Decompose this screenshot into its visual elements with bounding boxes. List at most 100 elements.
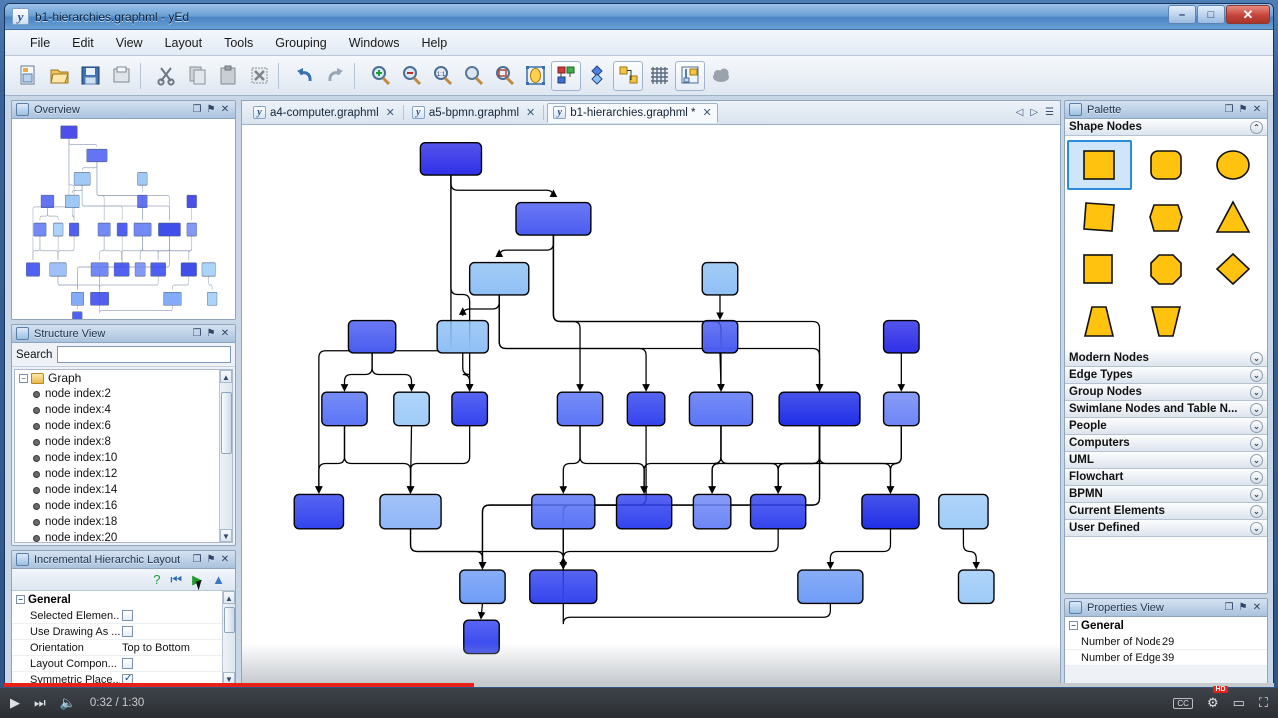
structure-close-icon[interactable]: ✕ xyxy=(219,328,231,340)
volume-button[interactable]: 🔈 xyxy=(60,695,76,711)
toolbar-save[interactable] xyxy=(75,61,105,91)
maximize-button[interactable]: □ xyxy=(1197,5,1225,24)
palette-section-flowchart[interactable]: Flowchart ⌄ xyxy=(1065,469,1267,486)
chevron-down-icon[interactable]: ⌄ xyxy=(1250,368,1263,382)
chevron-down-icon[interactable]: ⌄ xyxy=(1250,470,1263,484)
toolbar-zoom-out[interactable] xyxy=(396,61,426,91)
tree-expand-icon[interactable]: − xyxy=(19,373,28,383)
layout-pin-icon[interactable]: ⚑ xyxy=(205,554,217,566)
settings-gear-icon[interactable]: ⚙ HD xyxy=(1207,686,1228,711)
chevron-down-icon[interactable]: ⌄ xyxy=(1250,385,1263,399)
graph-node[interactable] xyxy=(957,569,995,605)
graph-node[interactable] xyxy=(882,319,920,354)
menu-view[interactable]: View xyxy=(105,33,154,53)
graph-edge[interactable] xyxy=(640,425,722,494)
chevron-down-icon[interactable]: ⌄ xyxy=(1250,402,1263,416)
graph-edge[interactable] xyxy=(458,294,500,316)
graph-edge[interactable] xyxy=(708,425,821,494)
palette-shape-trapezoid-inverted[interactable] xyxy=(1134,296,1199,346)
tree-node-item[interactable]: node index:14 xyxy=(15,482,232,498)
toolbar-copy[interactable] xyxy=(182,61,212,91)
chevron-down-icon[interactable]: ⌄ xyxy=(1250,521,1263,535)
tab-close-icon[interactable]: ✕ xyxy=(703,106,712,119)
next-video-button[interactable]: ⏭ xyxy=(34,695,46,711)
graph-edge[interactable] xyxy=(409,528,487,570)
tab-prev-icon[interactable]: ◁ xyxy=(1016,107,1024,118)
palette-shape-parallelogram[interactable] xyxy=(1067,192,1132,242)
graph-node[interactable] xyxy=(531,493,596,530)
graph-node[interactable] xyxy=(749,493,807,530)
properties-collapse-icon[interactable]: − xyxy=(1069,621,1078,630)
tree-node-item[interactable]: node index:16 xyxy=(15,498,232,514)
closed-captions-button[interactable]: CC xyxy=(1173,697,1193,709)
toolbar-zoom-one-to-one[interactable]: 1:1 xyxy=(427,61,457,91)
graph-node[interactable] xyxy=(626,391,666,427)
palette-section-group-nodes[interactable]: Group Nodes ⌄ xyxy=(1065,384,1267,401)
graph-node[interactable] xyxy=(419,141,483,176)
menu-layout[interactable]: Layout xyxy=(154,33,214,53)
graph-edge[interactable] xyxy=(774,425,902,494)
graph-edge[interactable] xyxy=(552,235,584,392)
palette-section-current-elements[interactable]: Current Elements ⌄ xyxy=(1065,503,1267,520)
graph-edge[interactable] xyxy=(559,556,832,625)
menu-help[interactable]: Help xyxy=(410,33,458,53)
menu-tools[interactable]: Tools xyxy=(213,33,264,53)
chevron-down-icon[interactable]: ⌄ xyxy=(1250,453,1263,467)
graph-edge[interactable] xyxy=(498,294,824,392)
tab-close-icon[interactable]: ✕ xyxy=(386,106,395,119)
shape-nodes-section-header[interactable]: Shape Nodes ⌃ xyxy=(1065,119,1267,136)
palette-shape-hexagon[interactable] xyxy=(1134,192,1199,242)
overview-restore-icon[interactable]: ❐ xyxy=(191,104,203,116)
graph-edge[interactable] xyxy=(343,425,415,494)
graph-node[interactable] xyxy=(692,493,732,530)
toolbar-cut-scissors[interactable] xyxy=(151,61,181,91)
graph-node[interactable] xyxy=(938,493,989,530)
properties-group-header[interactable]: − General xyxy=(1065,617,1267,634)
graph-edge[interactable] xyxy=(477,603,486,620)
tree-root-graph[interactable]: − Graph xyxy=(15,370,232,386)
palette-restore-icon[interactable]: ❐ xyxy=(1223,104,1235,116)
graph-node[interactable] xyxy=(347,319,397,354)
palette-close-icon[interactable]: ✕ xyxy=(1251,104,1263,116)
palette-section-edge-types[interactable]: Edge Types ⌄ xyxy=(1065,367,1267,384)
toolbar-zoom-in[interactable] xyxy=(365,61,395,91)
toolbar-redo[interactable] xyxy=(320,61,350,91)
graph-canvas[interactable] xyxy=(242,125,1060,685)
graph-edge[interactable] xyxy=(720,425,782,494)
toolbar-paste[interactable] xyxy=(213,61,243,91)
reset-icon[interactable]: ⏮ xyxy=(170,572,182,588)
scroll-up-button[interactable]: ▲ xyxy=(220,370,232,383)
chevron-down-icon[interactable]: ⌄ xyxy=(1250,436,1263,450)
toolbar-zoom-area[interactable] xyxy=(489,61,519,91)
graph-edge[interactable] xyxy=(774,425,821,494)
palette-shape-triangle[interactable] xyxy=(1200,192,1265,242)
tab-next-icon[interactable]: ▷ xyxy=(1030,107,1038,118)
play-button[interactable]: ▶ xyxy=(10,695,20,711)
overview-close-icon[interactable]: ✕ xyxy=(219,104,231,116)
toolbar-layout-hierarchic[interactable] xyxy=(551,60,581,91)
graph-edge[interactable] xyxy=(340,352,373,392)
graph-edge[interactable] xyxy=(450,175,558,198)
structure-tree[interactable]: − Graph node index:2 node index:4 node index… xyxy=(14,369,233,543)
palette-shape-trapezoid[interactable] xyxy=(1067,296,1132,346)
toolbar-print[interactable] xyxy=(106,61,136,91)
palette-section-bpmn[interactable]: BPMN ⌄ xyxy=(1065,486,1267,503)
tree-node-item[interactable]: node index:2 xyxy=(15,386,232,402)
structure-pin-icon[interactable]: ⚑ xyxy=(205,328,217,340)
graph-edge[interactable] xyxy=(826,528,892,570)
layout-close-icon[interactable]: ✕ xyxy=(219,554,231,566)
palette-pin-icon[interactable]: ⚑ xyxy=(1237,104,1249,116)
chevron-down-icon[interactable]: ⌄ xyxy=(1250,351,1263,365)
tab-3[interactable]: y b1-hierarchies.graphml * ✕ xyxy=(547,102,718,123)
graph-node[interactable] xyxy=(701,261,739,296)
layout-restore-icon[interactable]: ❐ xyxy=(191,554,203,566)
graph-node[interactable] xyxy=(701,319,739,354)
toolbar-open-folder[interactable] xyxy=(44,61,74,91)
tree-node-item[interactable]: node index:20 xyxy=(15,530,232,542)
graph-edge[interactable] xyxy=(962,528,981,570)
tab-1[interactable]: y a4-computer.graphml ✕ xyxy=(248,103,400,123)
menu-grouping[interactable]: Grouping xyxy=(264,33,337,53)
graph-node[interactable] xyxy=(459,569,506,605)
layout-group-header[interactable]: − General xyxy=(12,591,235,608)
palette-shape-octagon[interactable] xyxy=(1134,244,1199,294)
